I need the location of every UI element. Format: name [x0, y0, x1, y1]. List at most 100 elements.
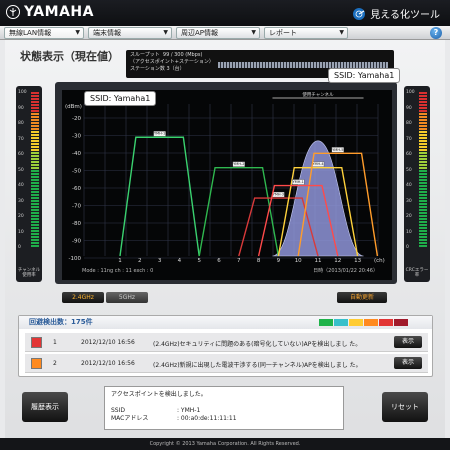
- meter-tick-label: 70: [406, 136, 412, 142]
- x-tick-label: 3: [158, 258, 162, 264]
- meter-cell: [31, 110, 39, 112]
- tab-terminal-info[interactable]: 端末情報 ▼: [88, 27, 172, 39]
- meter-cell: [419, 143, 427, 145]
- meter-cell: [31, 221, 39, 223]
- meter-cell: [419, 221, 427, 223]
- main-nav: 無線LAN情報 ▼ 端末情報 ▼ 周辺AP情報 ▼ レポート ▼ ?: [0, 26, 450, 40]
- meter-tick-label: 90: [18, 105, 24, 111]
- meter-cell: [419, 116, 427, 118]
- tab-report[interactable]: レポート ▼: [264, 27, 348, 39]
- meter-cell: [31, 209, 39, 211]
- meter-cell: [419, 134, 427, 136]
- logo-text: YAMAHA: [24, 4, 94, 20]
- meter-cells: [419, 92, 427, 248]
- band-5ghz-button[interactable]: 5GHz: [106, 292, 148, 303]
- x-tick-label: 13: [354, 258, 361, 264]
- meter-cell: [419, 107, 427, 109]
- x-axis-title: (ch): [374, 258, 385, 264]
- channel-usage-meter: 100 90 80 70 60 50 40 30 20 10 0 チャンネル使用率: [16, 86, 42, 282]
- meter-cell: [31, 98, 39, 100]
- meter-cell: [419, 131, 427, 133]
- ssid-value: : YMH-1: [177, 407, 201, 414]
- footer-copyright: Copyright © 2013 Yamaha Corporation. All…: [0, 438, 450, 450]
- meter-cell: [419, 173, 427, 175]
- meter-cell: [31, 173, 39, 175]
- band-indicator-label: 使用チャンネル: [302, 91, 334, 98]
- meter-cell: [31, 158, 39, 160]
- meter-cell: [31, 233, 39, 235]
- meter-cell: [31, 224, 39, 226]
- meter-tick-label: 30: [18, 198, 24, 204]
- meter-cell: [419, 128, 427, 130]
- meter-caption: CRCエラー率: [405, 268, 429, 278]
- meter-cell: [31, 215, 39, 217]
- legend-swatch: [349, 319, 363, 326]
- meter-cell: [419, 176, 427, 178]
- detection-row[interactable]: 2 2012/12/10 16:56 (2.4GHz)新規に出現した電波干渉する…: [25, 354, 428, 373]
- x-tick-label: 10: [295, 258, 302, 264]
- meter-cell: [419, 98, 427, 100]
- meter-cell: [31, 239, 39, 241]
- y-tick-label: -100: [69, 256, 82, 262]
- meter-cell: [419, 227, 427, 229]
- mac-key: MACアドレス: [111, 415, 149, 422]
- meter-cell: [419, 203, 427, 205]
- meter-cell: [31, 206, 39, 208]
- meter-cell: [31, 155, 39, 157]
- meter-cell: [419, 104, 427, 106]
- meter-tick-label: 90: [406, 105, 412, 111]
- meter-cell: [419, 164, 427, 166]
- auto-update-button[interactable]: 自動更新: [337, 292, 387, 303]
- legend-swatch: [379, 319, 393, 326]
- band-2ghz-button[interactable]: 2.4GHz: [62, 292, 104, 303]
- meter-cell: [419, 188, 427, 190]
- meter-caption: チャンネル使用率: [17, 268, 41, 278]
- meter-tick-label: 60: [18, 152, 24, 157]
- meter-cells: [31, 92, 39, 248]
- header-bar: YAMAHA 見える化ツール: [0, 0, 450, 26]
- meter-cell: [31, 116, 39, 118]
- history-button[interactable]: 履歴表示: [22, 392, 68, 422]
- app-title: 見える化ツール: [352, 6, 440, 21]
- meter-cell: [31, 188, 39, 190]
- station-label: ステーション数: [130, 66, 165, 72]
- meter-tick-label: 20: [406, 214, 412, 219]
- meter-tick-label: 80: [18, 121, 24, 126]
- meter-cell: [31, 131, 39, 133]
- meter-cell: [31, 242, 39, 244]
- show-button[interactable]: 表示: [394, 357, 422, 369]
- meter-cell: [31, 185, 39, 187]
- meter-cell: [419, 218, 427, 220]
- help-icon[interactable]: ?: [430, 27, 442, 39]
- reset-button[interactable]: リセット: [382, 392, 428, 422]
- meter-cell: [31, 191, 39, 193]
- x-tick-label: 7: [237, 258, 241, 264]
- info-box: アクセスポイントを検出しました。 SSID: YMH-1 MACアドレス: 00…: [104, 386, 344, 430]
- meter-cell: [31, 125, 39, 127]
- tab-wireless-lan-info[interactable]: 無線LAN情報 ▼: [4, 27, 84, 39]
- chevron-down-icon: ▼: [75, 29, 80, 36]
- meter-cell: [31, 119, 39, 121]
- meter-cell: [419, 242, 427, 244]
- page-title: 状態表示（現在値）: [20, 50, 119, 63]
- meter-cell: [419, 146, 427, 148]
- station-value: 3（台）: [166, 66, 185, 72]
- meter-cell: [31, 245, 39, 247]
- tab-neighbor-ap-info[interactable]: 周辺AP情報 ▼: [176, 27, 260, 39]
- meter-cell: [31, 197, 39, 199]
- meter-tick-label: 20: [18, 214, 24, 219]
- meter-cell: [419, 155, 427, 157]
- show-button[interactable]: 表示: [394, 336, 422, 348]
- meter-cell: [31, 134, 39, 136]
- meter-cell: [419, 239, 427, 241]
- meter-tick-label: 0: [18, 245, 21, 250]
- meter-cell: [31, 149, 39, 151]
- detection-panel: 回避検出数：175件 1 2012/12/10 16:56 (2.4GHz)セキ…: [18, 315, 433, 377]
- meter-cell: [31, 227, 39, 229]
- meter-cell: [419, 122, 427, 124]
- row-message: (2.4GHz)新規に出現した電波干渉する(同一チャンネル)APを検出しまし た…: [153, 362, 362, 369]
- meter-cell: [419, 182, 427, 184]
- detection-row[interactable]: 1 2012/12/10 16:56 (2.4GHz)セキュリティに問題のある(…: [25, 333, 428, 352]
- mode-text: Mode : 11ng ch : 11 exch : 0: [82, 268, 153, 274]
- meter-cell: [31, 179, 39, 181]
